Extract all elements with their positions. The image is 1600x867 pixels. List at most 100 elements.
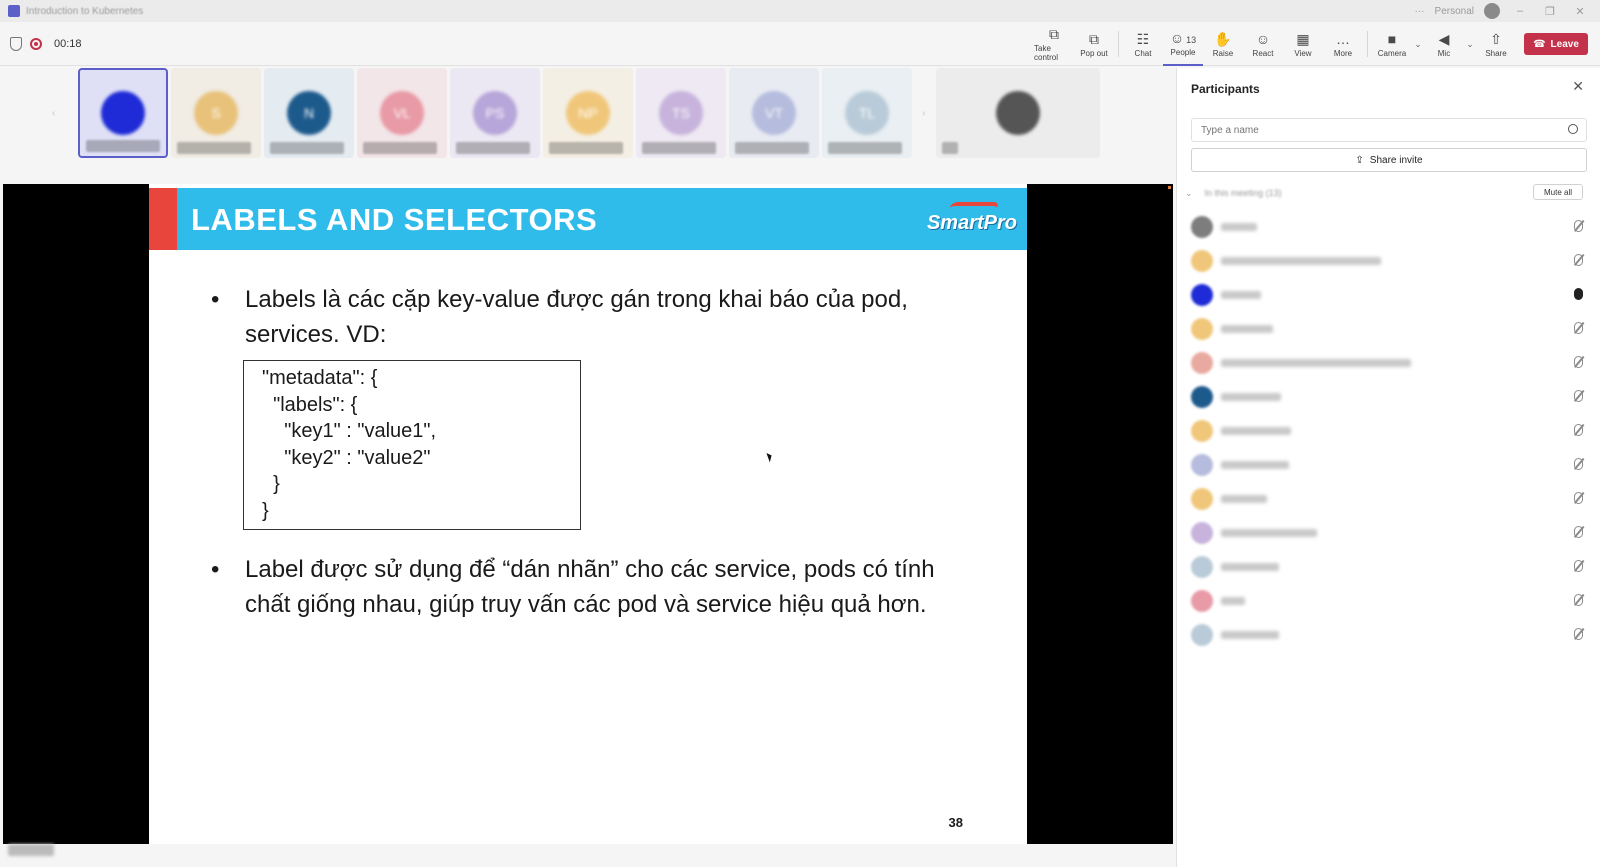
phone-hangup-icon: ☎ — [1533, 38, 1546, 50]
participant-row[interactable] — [1191, 516, 1587, 550]
microphone-muted-icon[interactable] — [1574, 526, 1583, 538]
video-tile[interactable]: TS — [636, 68, 726, 158]
mic-options-chevron-icon[interactable]: ⌄ — [1464, 39, 1476, 50]
react-button[interactable]: ☺ React — [1243, 22, 1283, 66]
microphone-muted-icon[interactable] — [1574, 424, 1583, 436]
logo-text: SmartPro — [926, 212, 1017, 234]
participant-row[interactable] — [1191, 414, 1587, 448]
take-control-button[interactable]: ⧉ Take control — [1034, 22, 1074, 66]
mute-all-button[interactable]: Mute all — [1533, 184, 1583, 200]
participant-search-input[interactable] — [1191, 118, 1587, 142]
participant-row[interactable] — [1191, 278, 1587, 312]
avatar: N — [287, 91, 331, 135]
avatar — [1191, 420, 1213, 442]
chevron-down-icon[interactable]: ⌄ — [1185, 188, 1193, 199]
more-options-icon[interactable]: ··· — [1415, 6, 1425, 17]
avatar — [1191, 216, 1213, 238]
participant-row[interactable] — [1191, 618, 1587, 652]
minimize-icon[interactable]: – — [1510, 5, 1530, 17]
view-icon: ▦ — [1296, 30, 1310, 47]
video-tile[interactable]: S — [171, 68, 261, 158]
shared-screen: LABELS AND SELECTORS SmartPro • Labels l… — [3, 184, 1173, 844]
in-meeting-section[interactable]: ⌄ In this meeting (13) Mute all — [1185, 184, 1589, 202]
avatar: NP — [566, 91, 610, 135]
view-button[interactable]: ▦ View — [1283, 22, 1323, 66]
avatar — [1191, 590, 1213, 612]
participant-row[interactable] — [1191, 550, 1587, 584]
video-tile[interactable] — [78, 68, 168, 158]
avatar — [1191, 250, 1213, 272]
participant-row[interactable] — [1191, 380, 1587, 414]
account-label[interactable]: Personal — [1435, 6, 1474, 17]
maximize-icon[interactable]: ❐ — [1540, 5, 1560, 18]
close-panel-icon[interactable]: ✕ — [1572, 78, 1584, 95]
view-label: View — [1294, 48, 1312, 58]
video-tile[interactable]: NP — [543, 68, 633, 158]
avatar: VL — [380, 91, 424, 135]
search-icon[interactable] — [1568, 124, 1578, 134]
smartpro-logo: SmartPro — [925, 202, 1017, 240]
participant-row[interactable] — [1191, 346, 1587, 380]
video-tile[interactable]: TL — [822, 68, 912, 158]
microphone-icon[interactable] — [1574, 288, 1583, 300]
more-icon: … — [1336, 30, 1350, 47]
avatar — [1191, 624, 1213, 646]
video-tile[interactable]: N — [264, 68, 354, 158]
react-label: React — [1252, 48, 1274, 58]
more-button[interactable]: … More — [1323, 22, 1363, 66]
chat-label: Chat — [1134, 48, 1152, 58]
close-window-icon[interactable]: ✕ — [1570, 5, 1590, 18]
strip-left-arrow-icon[interactable]: ‹ — [52, 108, 55, 119]
microphone-muted-icon[interactable] — [1574, 458, 1583, 470]
raise-label: Raise — [1212, 48, 1234, 58]
participant-name — [1221, 495, 1267, 503]
microphone-muted-icon[interactable] — [1574, 492, 1583, 504]
share-invite-button[interactable]: ⇪ Share invite — [1191, 148, 1587, 172]
camera-button[interactable]: ■ Camera — [1372, 22, 1412, 66]
video-tile[interactable]: VT — [729, 68, 819, 158]
video-tile[interactable]: PS — [450, 68, 540, 158]
video-tile-name — [549, 142, 623, 154]
participant-row[interactable] — [1191, 244, 1587, 278]
more-label: More — [1333, 48, 1353, 58]
participant-list — [1191, 210, 1587, 652]
shield-icon[interactable] — [10, 36, 22, 51]
raise-button[interactable]: ✋ Raise — [1203, 22, 1243, 66]
microphone-muted-icon[interactable] — [1574, 628, 1583, 640]
leave-button[interactable]: ☎ Leave — [1524, 33, 1588, 55]
microphone-muted-icon[interactable] — [1574, 356, 1583, 368]
avatar — [1191, 352, 1213, 374]
slide-header: LABELS AND SELECTORS SmartPro — [149, 188, 1027, 250]
profile-avatar[interactable] — [1484, 3, 1500, 19]
video-tile-self[interactable] — [936, 68, 1100, 158]
microphone-muted-icon[interactable] — [1574, 220, 1583, 232]
take-control-icon: ⧉ — [1049, 26, 1059, 42]
video-tile[interactable]: VL — [357, 68, 447, 158]
microphone-muted-icon[interactable] — [1574, 390, 1583, 402]
presentation-slide: LABELS AND SELECTORS SmartPro • Labels l… — [149, 184, 1027, 844]
microphone-muted-icon[interactable] — [1574, 254, 1583, 266]
slide-bullet-1: • Labels là các cặp key-value được gán t… — [211, 282, 971, 352]
participant-row[interactable] — [1191, 482, 1587, 516]
participant-row[interactable] — [1191, 584, 1587, 618]
people-button[interactable]: ☺ 13 People — [1163, 22, 1203, 66]
avatar: VT — [752, 91, 796, 135]
participant-row[interactable] — [1191, 312, 1587, 346]
camera-options-chevron-icon[interactable]: ⌄ — [1412, 39, 1424, 50]
camera-icon: ■ — [1387, 30, 1397, 47]
participant-name — [1221, 359, 1411, 367]
participant-row[interactable] — [1191, 448, 1587, 482]
microphone-muted-icon[interactable] — [1574, 322, 1583, 334]
share-button[interactable]: ⇧ Share — [1476, 22, 1516, 66]
participant-row[interactable] — [1191, 210, 1587, 244]
pop-out-button[interactable]: ⧉ Pop out — [1074, 22, 1114, 66]
chat-button[interactable]: ☷ Chat — [1123, 22, 1163, 66]
strip-right-arrow-icon[interactable]: › — [922, 108, 925, 119]
people-label: People — [1170, 47, 1196, 57]
react-icon: ☺ — [1255, 30, 1271, 47]
share-icon: ⇪ — [1355, 154, 1364, 166]
avatar — [1191, 284, 1213, 306]
microphone-muted-icon[interactable] — [1574, 594, 1583, 606]
microphone-muted-icon[interactable] — [1574, 560, 1583, 572]
mic-button[interactable]: ◀ Mic — [1424, 22, 1464, 66]
